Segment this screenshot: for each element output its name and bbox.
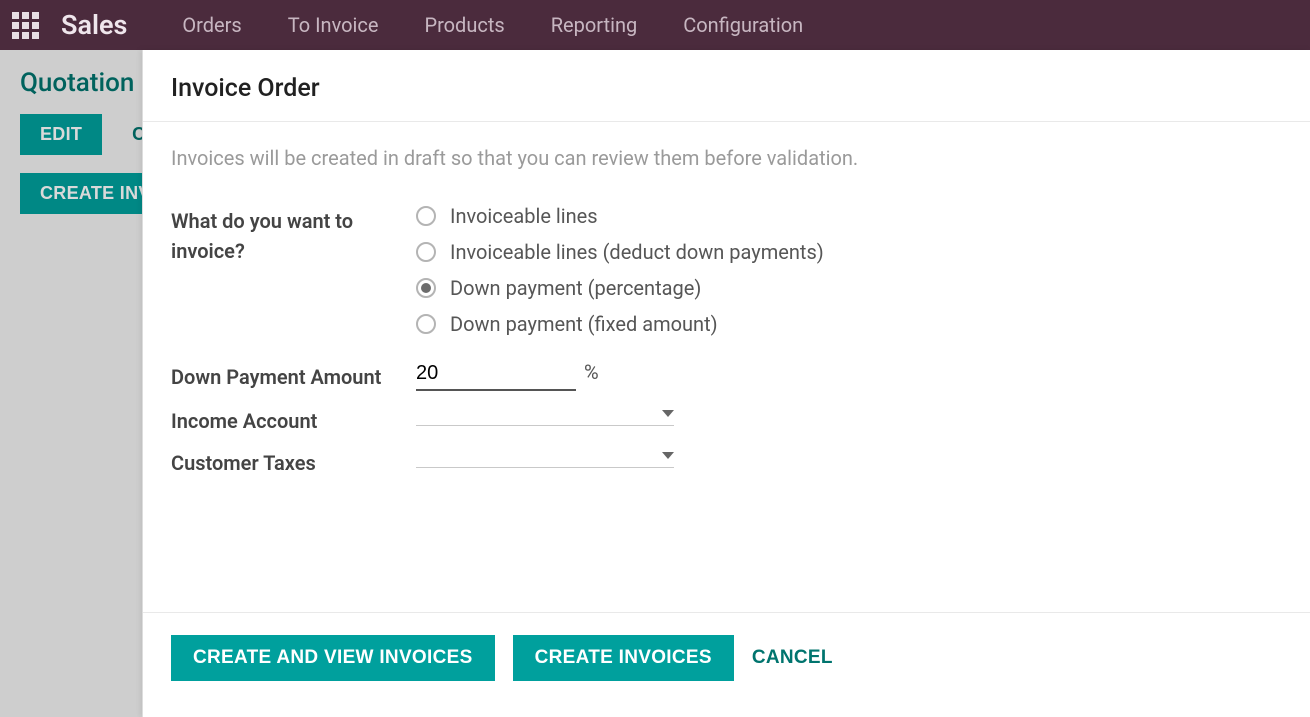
chevron-down-icon (662, 410, 674, 417)
modal-body: Invoices will be created in draft so tha… (143, 122, 1310, 612)
modal-footer: CREATE AND VIEW INVOICES CREATE INVOICES… (143, 612, 1310, 717)
apps-icon[interactable] (12, 12, 39, 39)
top-navbar: Sales Orders To Invoice Products Reporti… (0, 0, 1310, 50)
radio-label: Invoiceable lines (450, 204, 598, 228)
modal-header: Invoice Order (143, 50, 1310, 121)
invoice-choice-field: Invoiceable lines Invoiceable lines (ded… (416, 204, 1282, 348)
customer-taxes-label: Customer Taxes (171, 446, 416, 478)
income-account-field (416, 404, 1282, 426)
nav-orders[interactable]: Orders (182, 13, 241, 37)
radio-label: Down payment (percentage) (450, 276, 701, 300)
radio-invoiceable-lines[interactable]: Invoiceable lines (416, 204, 1282, 228)
modal-info-text: Invoices will be created in draft so tha… (171, 146, 1282, 170)
income-account-label: Income Account (171, 404, 416, 436)
invoice-choice-row: What do you want to invoice? Invoiceable… (171, 204, 1282, 348)
down-payment-amount-label: Down Payment Amount (171, 360, 416, 392)
nav-reporting[interactable]: Reporting (551, 13, 638, 37)
modal-overlay: Invoice Order Invoices will be created i… (0, 50, 1310, 717)
down-payment-amount-input[interactable] (416, 360, 576, 391)
income-account-dropdown[interactable] (416, 404, 674, 426)
invoice-order-modal: Invoice Order Invoices will be created i… (142, 50, 1310, 717)
income-account-row: Income Account (171, 404, 1282, 436)
invoice-choice-label: What do you want to invoice? (171, 204, 416, 266)
cancel-button[interactable]: CANCEL (752, 635, 833, 681)
down-payment-amount-field: % (416, 360, 1282, 391)
radio-label: Down payment (fixed amount) (450, 312, 718, 336)
customer-taxes-dropdown[interactable] (416, 446, 674, 468)
radio-icon (416, 278, 436, 298)
modal-title: Invoice Order (171, 74, 1282, 103)
chevron-down-icon (662, 452, 674, 459)
radio-down-payment-percentage[interactable]: Down payment (percentage) (416, 276, 1282, 300)
create-and-view-invoices-button[interactable]: CREATE AND VIEW INVOICES (171, 635, 495, 681)
create-invoices-button[interactable]: CREATE INVOICES (513, 635, 734, 681)
customer-taxes-row: Customer Taxes (171, 446, 1282, 478)
radio-icon (416, 314, 436, 334)
nav-to-invoice[interactable]: To Invoice (288, 13, 379, 37)
radio-down-payment-fixed[interactable]: Down payment (fixed amount) (416, 312, 1282, 336)
nav-products[interactable]: Products (424, 13, 504, 37)
radio-icon (416, 206, 436, 226)
customer-taxes-field (416, 446, 1282, 468)
down-payment-amount-row: Down Payment Amount % (171, 360, 1282, 392)
radio-label: Invoiceable lines (deduct down payments) (450, 240, 824, 264)
percent-suffix: % (584, 360, 599, 384)
radio-icon (416, 242, 436, 262)
nav-configuration[interactable]: Configuration (683, 13, 803, 37)
app-brand[interactable]: Sales (61, 9, 127, 41)
radio-invoiceable-lines-deduct[interactable]: Invoiceable lines (deduct down payments) (416, 240, 1282, 264)
